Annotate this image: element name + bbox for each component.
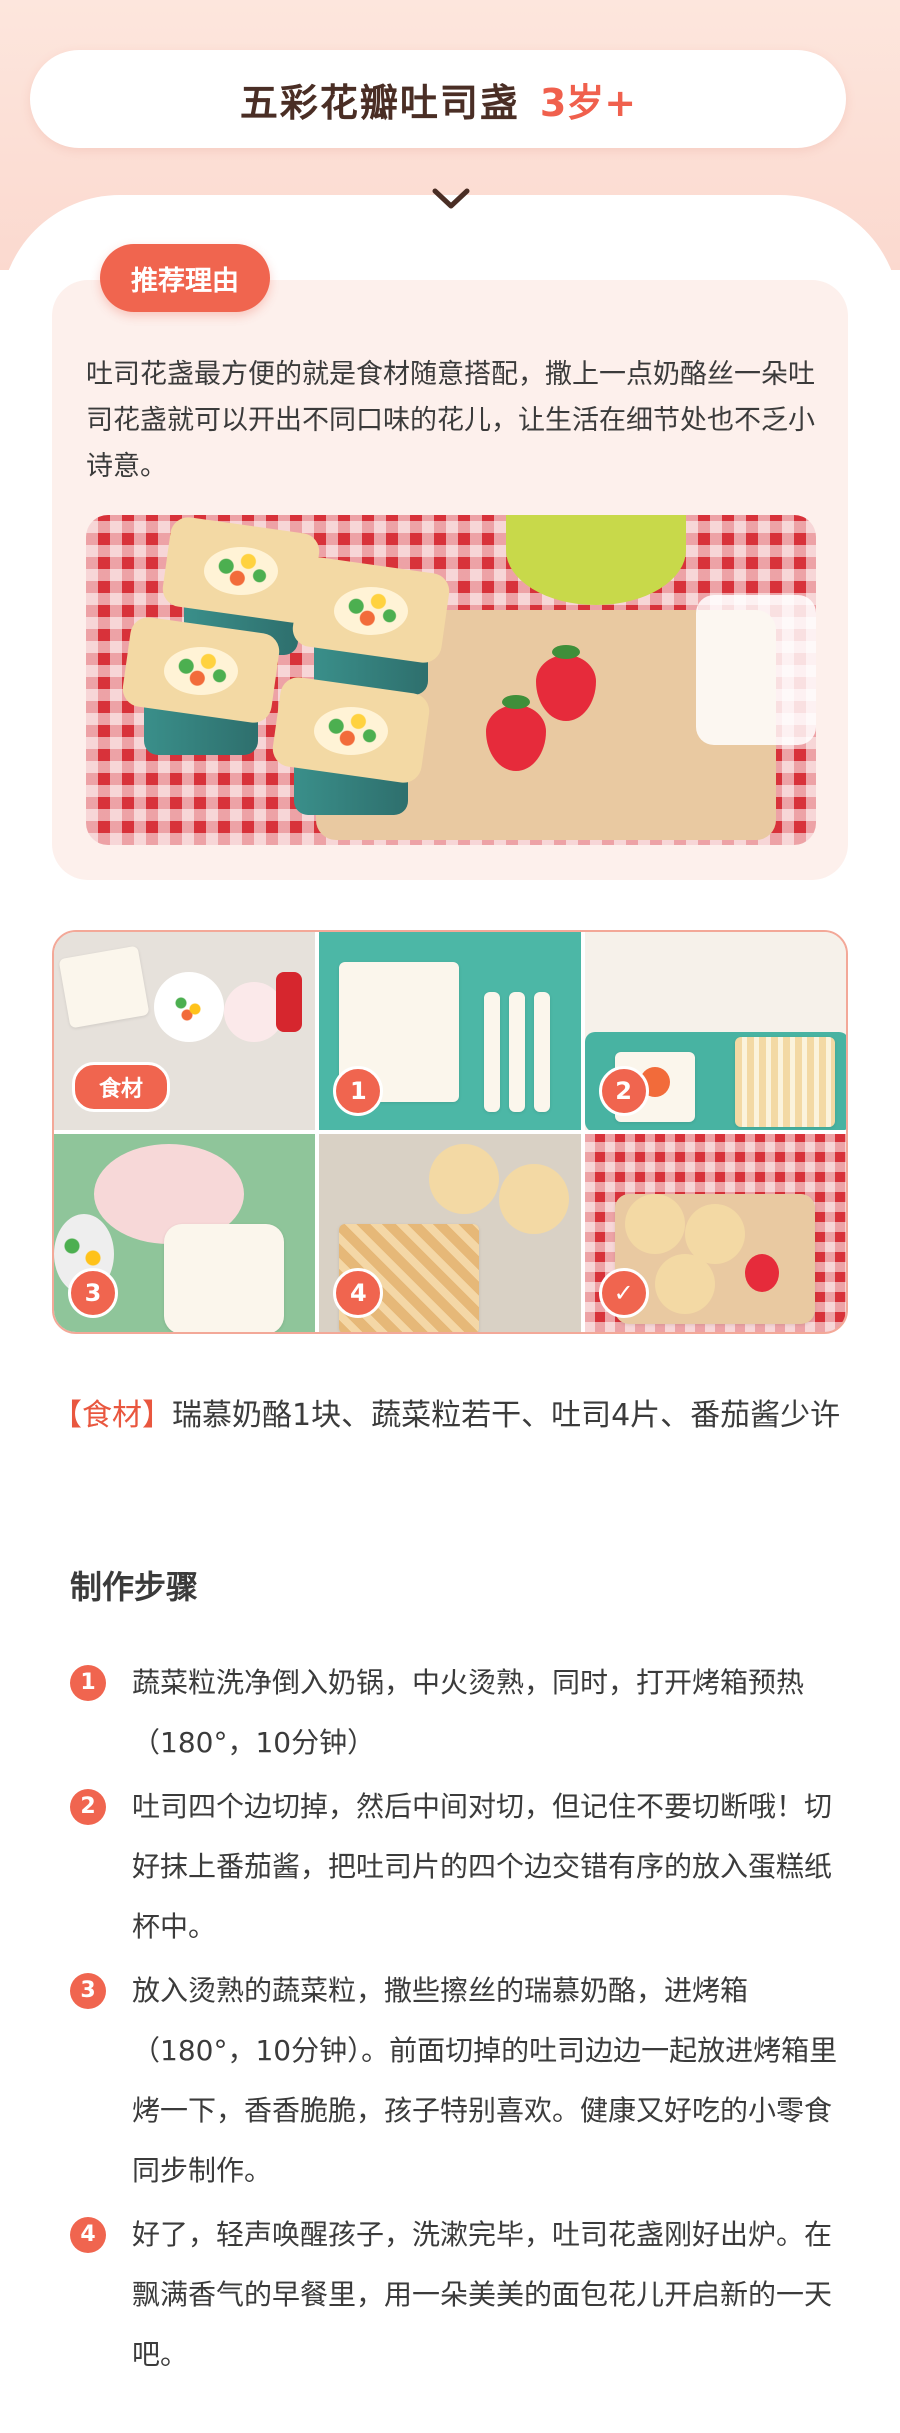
page-title: 五彩花瓣吐司盏 (239, 80, 520, 125)
step-number: 2 (70, 1789, 106, 1825)
ingredients-key: 【食材】 (52, 1398, 172, 1433)
chevron-down-icon (426, 174, 476, 224)
photo-step-2: 2 (584, 932, 846, 1130)
step-badge-4: 4 (333, 1268, 384, 1318)
toast-cup (120, 614, 282, 755)
fries-bowl (506, 515, 686, 605)
recipe-page: 五彩花瓣吐司盏 3岁+ 推荐理由 吐司花盏最方便的就是食材随意搭配，撒上一点奶酪… (0, 0, 900, 2433)
hero-photo (86, 515, 816, 845)
toast-cup (270, 674, 432, 815)
step-badge-1: 1 (333, 1066, 384, 1116)
ingredients-line: 【食材】瑞慕奶酪1块、蔬菜粒若干、吐司4片、番茄酱少许 (52, 1388, 842, 1443)
photo-final: ✓ (584, 1134, 846, 1332)
age-label: 3岁+ (539, 80, 637, 125)
photo-step-4: 4 (319, 1134, 581, 1332)
step-text: 好了，轻声唤醒孩子，洗漱完毕，吐司花盏刚好出炉。在飘满香气的早餐里，用一朵美美的… (132, 2218, 833, 2371)
step-badge-3: 3 (68, 1268, 118, 1318)
recommend-text: 吐司花盏最方便的就是食材随意搭配，撒上一点奶酪丝一朵吐司花盏就可以开出不同口味的… (86, 359, 815, 482)
step-item: 3 放入烫熟的蔬菜粒，撒些擦丝的瑞慕奶酪，进烤箱（180°，10分钟）。前面切掉… (70, 1961, 850, 2201)
steps-list: 1 蔬菜粒洗净倒入奶锅，中火烫熟，同时，打开烤箱预热（180°，10分钟） 2 … (70, 1653, 850, 2385)
step-badge-2: 2 (598, 1066, 649, 1116)
step-item: 4 好了，轻声唤醒孩子，洗漱完毕，吐司花盏刚好出炉。在飘满香气的早餐里，用一朵美… (70, 2205, 850, 2385)
step-number: 3 (70, 1973, 106, 2009)
step-item: 2 吐司四个边切掉，然后中间对切，但记住不要切断哦！切好抹上番茄酱，把吐司片的四… (70, 1777, 850, 1957)
recommend-tag: 推荐理由 (100, 244, 270, 312)
ingredients-text: 瑞慕奶酪1块、蔬菜粒若干、吐司4片、番茄酱少许 (172, 1398, 841, 1433)
milk-glass (696, 595, 816, 745)
step-text: 放入烫熟的蔬菜粒，撒些擦丝的瑞慕奶酪，进烤箱（180°，10分钟）。前面切掉的吐… (132, 1974, 838, 2187)
step-badge-done: ✓ (598, 1268, 649, 1318)
toast-cup (290, 554, 452, 695)
step-photo-grid: 食材 1 2 3 4 ✓ (52, 930, 848, 1334)
ingredients-badge: 食材 (72, 1062, 170, 1112)
step-text: 吐司四个边切掉，然后中间对切，但记住不要切断哦！切好抹上番茄酱，把吐司片的四个边… (132, 1790, 833, 1943)
title-pill: 五彩花瓣吐司盏 3岁+ (30, 50, 846, 148)
step-item: 1 蔬菜粒洗净倒入奶锅，中火烫熟，同时，打开烤箱预热（180°，10分钟） (70, 1653, 850, 1773)
photo-step-1: 1 (319, 932, 581, 1130)
photo-step-3: 3 (54, 1134, 316, 1332)
photo-ingredients: 食材 (54, 932, 316, 1130)
steps-title: 制作步骤 (70, 1568, 199, 1606)
step-number: 1 (70, 1665, 106, 1701)
step-number: 4 (70, 2217, 106, 2253)
step-text: 蔬菜粒洗净倒入奶锅，中火烫熟，同时，打开烤箱预热（180°，10分钟） (132, 1666, 805, 1759)
